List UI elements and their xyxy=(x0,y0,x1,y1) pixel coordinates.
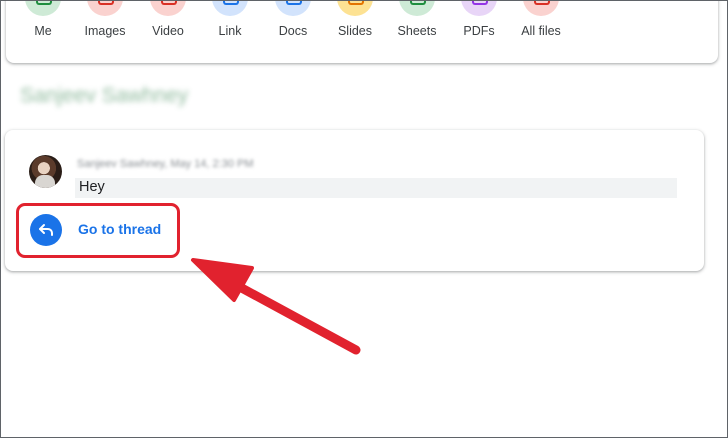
avatar xyxy=(29,155,62,188)
docs-icon xyxy=(275,0,311,16)
filter-label: Me xyxy=(34,24,52,38)
filter-label: Slides xyxy=(337,24,373,38)
filter-label: PDFs xyxy=(463,24,495,38)
message-text: Hey xyxy=(79,179,105,195)
link-icon xyxy=(212,0,248,16)
message-meta: Sanjeev Sawhney, May 14, 2:30 PM xyxy=(77,158,254,170)
image-icon xyxy=(87,0,123,16)
person-icon xyxy=(25,0,61,16)
slides-icon xyxy=(337,0,373,16)
sheets-icon xyxy=(399,0,435,16)
annotation-highlight-box xyxy=(16,203,180,258)
filter-label: Docs xyxy=(278,24,308,38)
filter-label: All files xyxy=(521,24,561,38)
filter-label: Video xyxy=(152,24,184,38)
video-icon xyxy=(150,0,186,16)
filter-label: Sheets xyxy=(397,24,437,38)
filter-label: Link xyxy=(218,24,242,38)
pdf-icon xyxy=(461,0,497,16)
filter-label: Images xyxy=(84,24,126,38)
message-row[interactable]: Hey xyxy=(75,178,677,198)
files-icon xyxy=(523,0,559,16)
sender-heading: Sanjeev Sawhney xyxy=(20,84,189,107)
search-filter-bar: Me Images Video Link Docs Slides Sheets … xyxy=(6,0,718,63)
